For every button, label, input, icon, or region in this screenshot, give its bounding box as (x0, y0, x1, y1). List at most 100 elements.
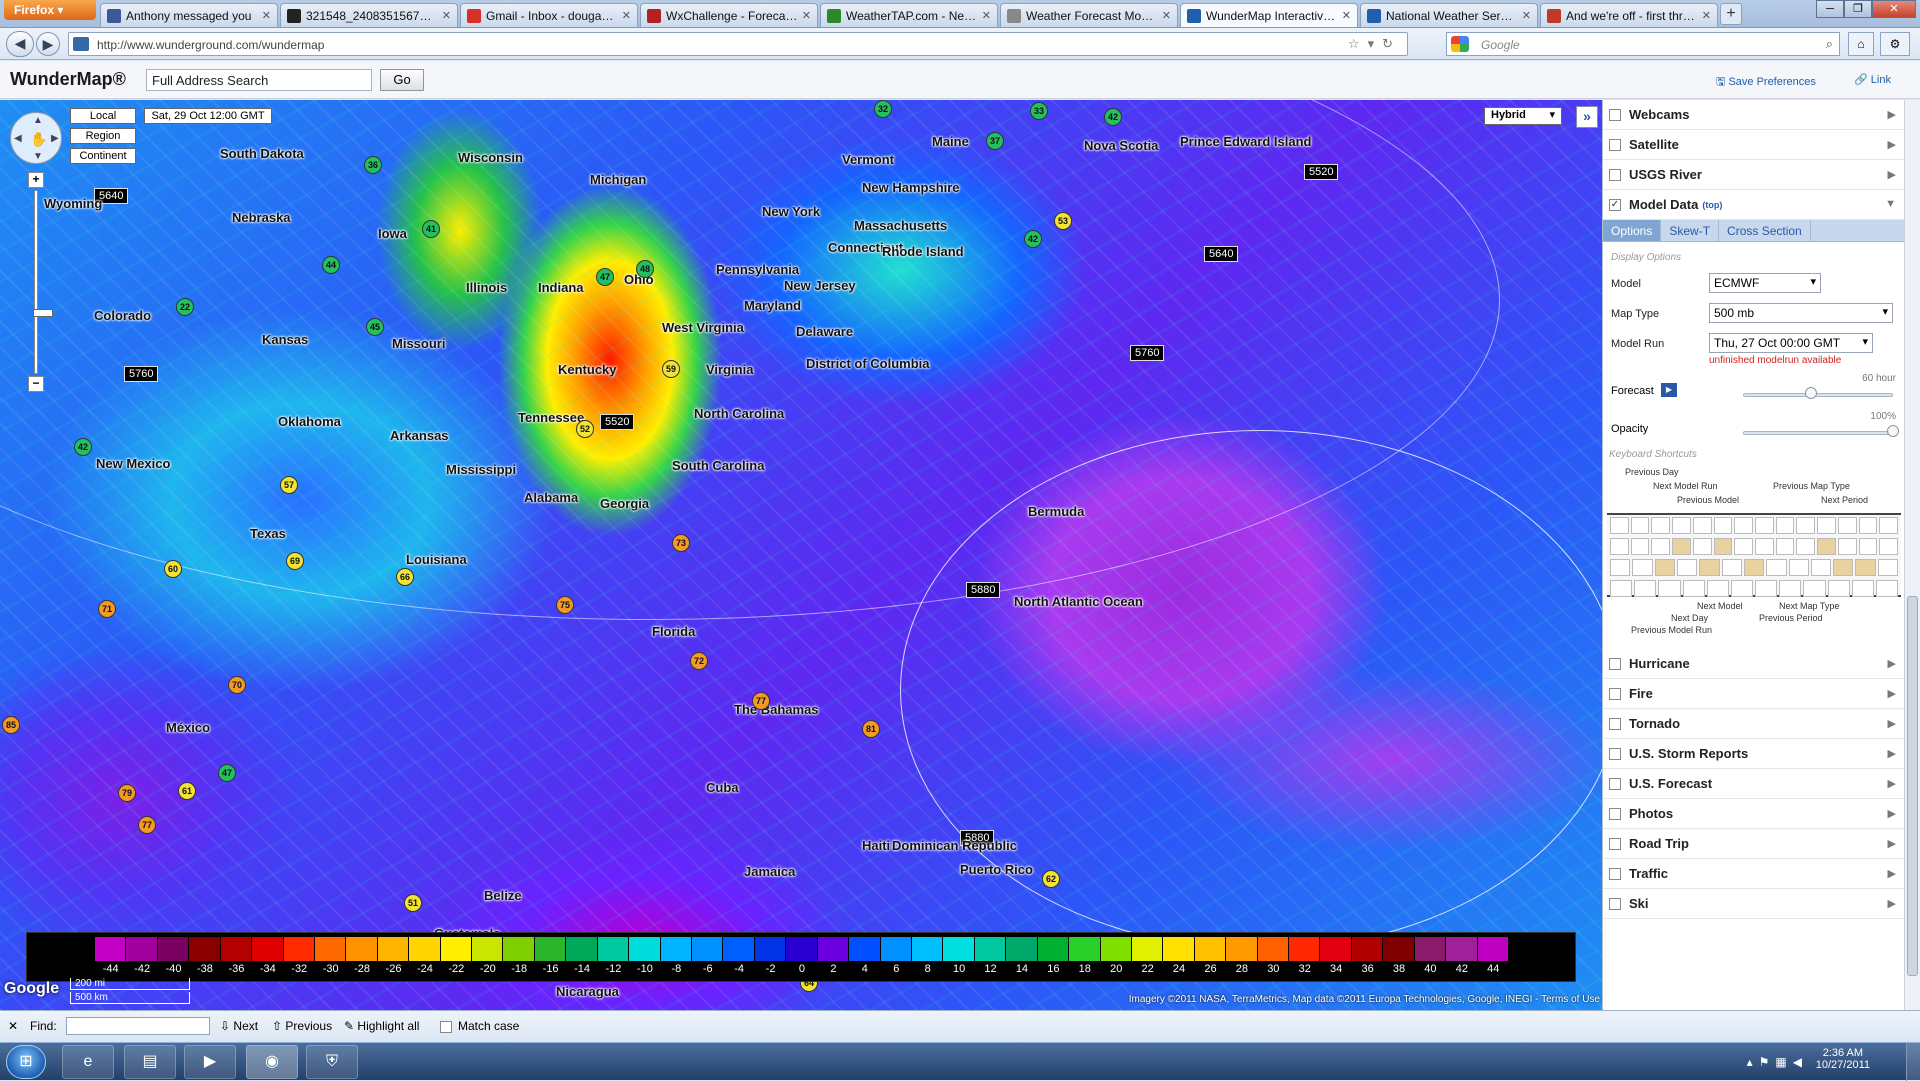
tab-close-icon[interactable]: ✕ (442, 9, 451, 22)
station-marker[interactable]: 51 (404, 894, 422, 912)
collapse-sidebar-icon[interactable]: » (1576, 106, 1598, 128)
pan-control[interactable]: ▲ ◀ ▶ ▼ ✋ (10, 112, 62, 164)
station-marker[interactable]: 71 (98, 600, 116, 618)
station-marker[interactable]: 77 (138, 816, 156, 834)
layer-checkbox[interactable] (1609, 867, 1621, 880)
station-marker[interactable]: 61 (178, 782, 196, 800)
station-marker[interactable]: 79 (118, 784, 136, 802)
tab-1[interactable]: 321548_2408351567055_1... ✕ (280, 3, 458, 27)
map-type-model-select[interactable]: 500 mb (1709, 303, 1893, 323)
station-marker[interactable]: 32 (874, 100, 892, 118)
match-case-checkbox[interactable] (440, 1021, 452, 1033)
layer-usgs-river[interactable]: USGS River ▶ (1603, 160, 1904, 190)
layer-checkbox[interactable] (1609, 897, 1621, 910)
chevron-right-icon[interactable]: ▶ (1888, 807, 1896, 820)
close-window-icon[interactable]: ✕ (1872, 0, 1916, 18)
media-player-icon[interactable]: ▶ (184, 1045, 236, 1079)
station-marker[interactable]: 75 (556, 596, 574, 614)
tab-close-icon[interactable]: ✕ (1522, 9, 1531, 22)
model-select[interactable]: ECMWF (1709, 273, 1821, 293)
firefox-taskbar-icon[interactable]: ◉ (246, 1045, 298, 1079)
find-input[interactable] (66, 1017, 210, 1035)
layer-road-trip[interactable]: Road Trip ▶ (1603, 829, 1904, 859)
station-marker[interactable]: 45 (366, 318, 384, 336)
scale-button-region[interactable]: Region (70, 128, 136, 144)
layer-checkbox[interactable] (1609, 717, 1621, 730)
station-marker[interactable]: 59 (662, 360, 680, 378)
zoom-out-button[interactable]: − (28, 376, 44, 392)
bookmark-star-icon[interactable]: ☆ (1348, 36, 1368, 51)
show-desktop-button[interactable] (1906, 1043, 1920, 1081)
station-marker[interactable]: 62 (1042, 870, 1060, 888)
layer-checkbox[interactable] (1609, 747, 1621, 760)
find-next-button[interactable]: ⇩ Next (220, 1019, 258, 1033)
sidebar-scrollbar[interactable] (1904, 100, 1920, 1010)
weather-map[interactable]: ▲ ◀ ▶ ▼ ✋ + − Local Region Continent Sat, … (0, 100, 1602, 1010)
station-marker[interactable]: 69 (286, 552, 304, 570)
address-search-input[interactable]: Full Address Search (146, 69, 372, 91)
tab-close-icon[interactable]: ✕ (1342, 9, 1351, 22)
station-marker[interactable]: 81 (862, 720, 880, 738)
network-icon[interactable]: ▦ (1775, 1055, 1792, 1069)
layer-checkbox[interactable] (1609, 657, 1621, 670)
forecast-slider[interactable] (1743, 393, 1893, 397)
pan-down-icon[interactable]: ▼ (33, 151, 43, 162)
flag-icon[interactable]: ⚑ (1759, 1055, 1776, 1069)
station-marker[interactable]: 53 (1054, 212, 1072, 230)
station-marker[interactable]: 42 (74, 438, 92, 456)
home-icon[interactable]: ⌂ (1848, 32, 1874, 56)
scrollbar-thumb[interactable] (1907, 596, 1918, 976)
reload-icon[interactable]: ↻ (1382, 36, 1401, 51)
magnifier-icon[interactable]: ⌕ (1826, 36, 1833, 52)
opacity-slider[interactable] (1743, 431, 1893, 435)
layer-checkbox[interactable] (1609, 837, 1621, 850)
layer-u-s-forecast[interactable]: U.S. Forecast ▶ (1603, 769, 1904, 799)
play-icon[interactable]: ▶ (1661, 383, 1677, 397)
security-shield-icon[interactable]: ⛨ (306, 1045, 358, 1079)
tab-close-icon[interactable]: ✕ (1162, 9, 1171, 22)
layer-webcams[interactable]: Webcams ▶ (1603, 100, 1904, 130)
station-marker[interactable]: 42 (1024, 230, 1042, 248)
save-preferences-link[interactable]: 🖫 Save Preferences (1716, 73, 1816, 92)
layer-photos[interactable]: Photos ▶ (1603, 799, 1904, 829)
layer-u-s-storm-reports[interactable]: U.S. Storm Reports ▶ (1603, 739, 1904, 769)
google-search-icon[interactable] (1451, 36, 1469, 52)
map-copyright[interactable]: Imagery ©2011 NASA, TerraMetrics, Map da… (1129, 994, 1600, 1005)
station-marker[interactable]: 33 (1030, 102, 1048, 120)
pan-up-icon[interactable]: ▲ (33, 115, 43, 126)
tray-arrow-icon[interactable]: ▴ (1747, 1055, 1759, 1069)
scale-button-local[interactable]: Local (70, 108, 136, 124)
station-marker[interactable]: 47 (218, 764, 236, 782)
opacity-slider-handle[interactable] (1887, 425, 1899, 437)
tab-8[interactable]: And we're off - first thre... ✕ (1540, 3, 1718, 27)
internet-explorer-icon[interactable]: e (62, 1045, 114, 1079)
pan-right-icon[interactable]: ▶ (51, 133, 59, 144)
station-marker[interactable]: 73 (672, 534, 690, 552)
addon-icon[interactable]: ⚙ (1880, 32, 1910, 56)
tab-close-icon[interactable]: ✕ (802, 9, 811, 22)
layer-satellite[interactable]: Satellite ▶ (1603, 130, 1904, 160)
pan-left-icon[interactable]: ◀ (14, 133, 22, 144)
station-marker[interactable]: 77 (752, 692, 770, 710)
tab-5[interactable]: Weather Forecast Model ... ✕ (1000, 3, 1178, 27)
station-marker[interactable]: 60 (164, 560, 182, 578)
close-find-icon[interactable]: ✕ (8, 1019, 18, 1033)
station-marker[interactable]: 57 (280, 476, 298, 494)
station-marker[interactable]: 52 (576, 420, 594, 438)
chevron-right-icon[interactable]: ▶ (1888, 108, 1896, 121)
layer-tornado[interactable]: Tornado ▶ (1603, 709, 1904, 739)
chevron-right-icon[interactable]: ▶ (1888, 747, 1896, 760)
go-button[interactable]: Go (380, 69, 424, 91)
layer-hurricane[interactable]: Hurricane ▶ (1603, 649, 1904, 679)
tab-2[interactable]: Gmail - Inbox - dougasi... ✕ (460, 3, 638, 27)
map-type-select[interactable]: Hybrid (1484, 107, 1562, 125)
clock[interactable]: 2:36 AM 10/27/2011 (1816, 1047, 1870, 1071)
layer-checkbox[interactable] (1609, 168, 1621, 181)
find-previous-button[interactable]: ⇧ Previous (272, 1019, 332, 1033)
dropdown-icon[interactable]: ▾ (1368, 36, 1383, 51)
tab-close-icon[interactable]: ✕ (1702, 9, 1711, 22)
zoom-track[interactable] (33, 190, 53, 374)
layer-checkbox[interactable]: ✓ (1609, 198, 1621, 211)
windows-start-icon[interactable]: ⊞ (6, 1045, 46, 1079)
scale-button-continent[interactable]: Continent (70, 148, 136, 164)
